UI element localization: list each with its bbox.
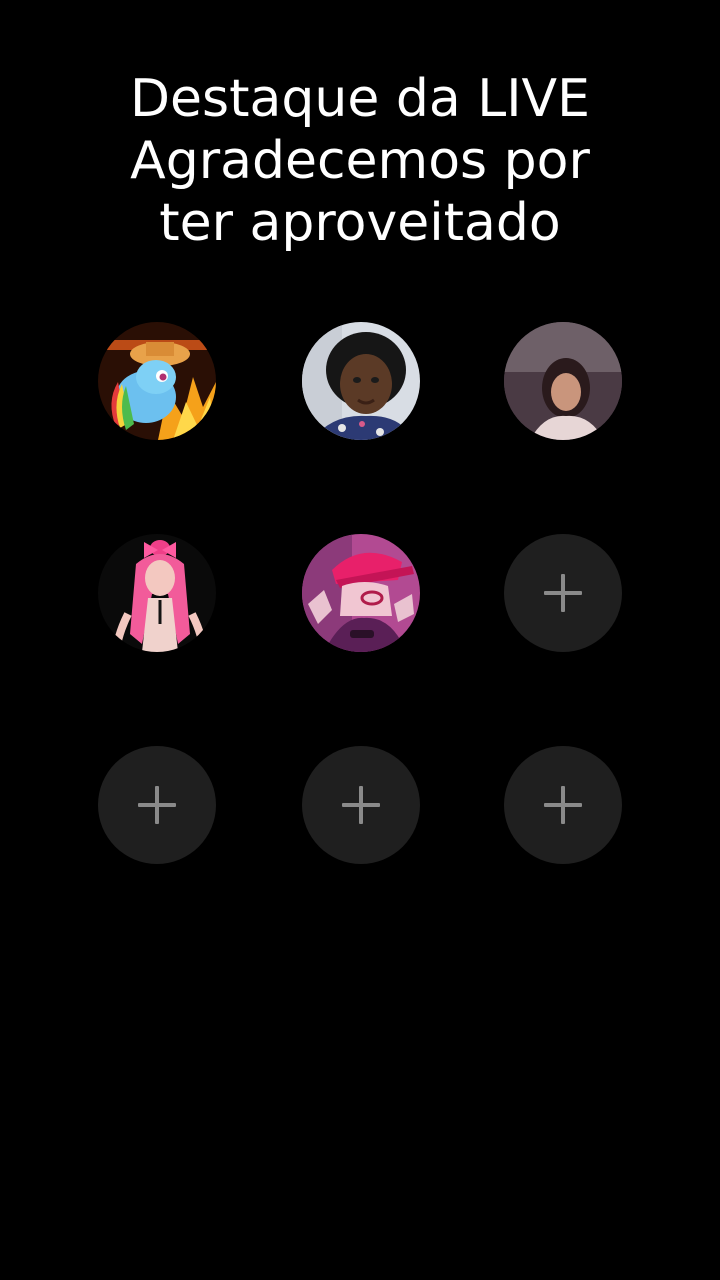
- plus-icon: [138, 786, 176, 824]
- pony-avatar: [98, 322, 216, 440]
- avatar-slot-3[interactable]: [504, 322, 622, 440]
- plus-icon: [342, 786, 380, 824]
- title-line-1: Destaque da LIVE: [129, 69, 590, 129]
- avatar-slot-1[interactable]: [98, 322, 216, 440]
- avatar-slot-5[interactable]: [302, 534, 420, 652]
- pink-hair-avatar: [98, 534, 216, 652]
- highlight-grid: [98, 322, 622, 864]
- plus-icon: [544, 786, 582, 824]
- add-slot-1[interactable]: [504, 534, 622, 652]
- add-slot-4[interactable]: [504, 746, 622, 864]
- avatar-slot-4[interactable]: [98, 534, 216, 652]
- pink-cap-avatar: [302, 534, 420, 652]
- title-line-3: ter aproveitado: [159, 193, 561, 253]
- title-line-2: Agradecemos por: [130, 131, 590, 191]
- add-slot-3[interactable]: [302, 746, 420, 864]
- avatar-slot-2[interactable]: [302, 322, 420, 440]
- page-title: Destaque da LIVE Agradecemos por ter apr…: [0, 68, 720, 254]
- plus-icon: [544, 574, 582, 612]
- girl-avatar: [302, 322, 420, 440]
- girl-avatar: [504, 322, 622, 440]
- add-slot-2[interactable]: [98, 746, 216, 864]
